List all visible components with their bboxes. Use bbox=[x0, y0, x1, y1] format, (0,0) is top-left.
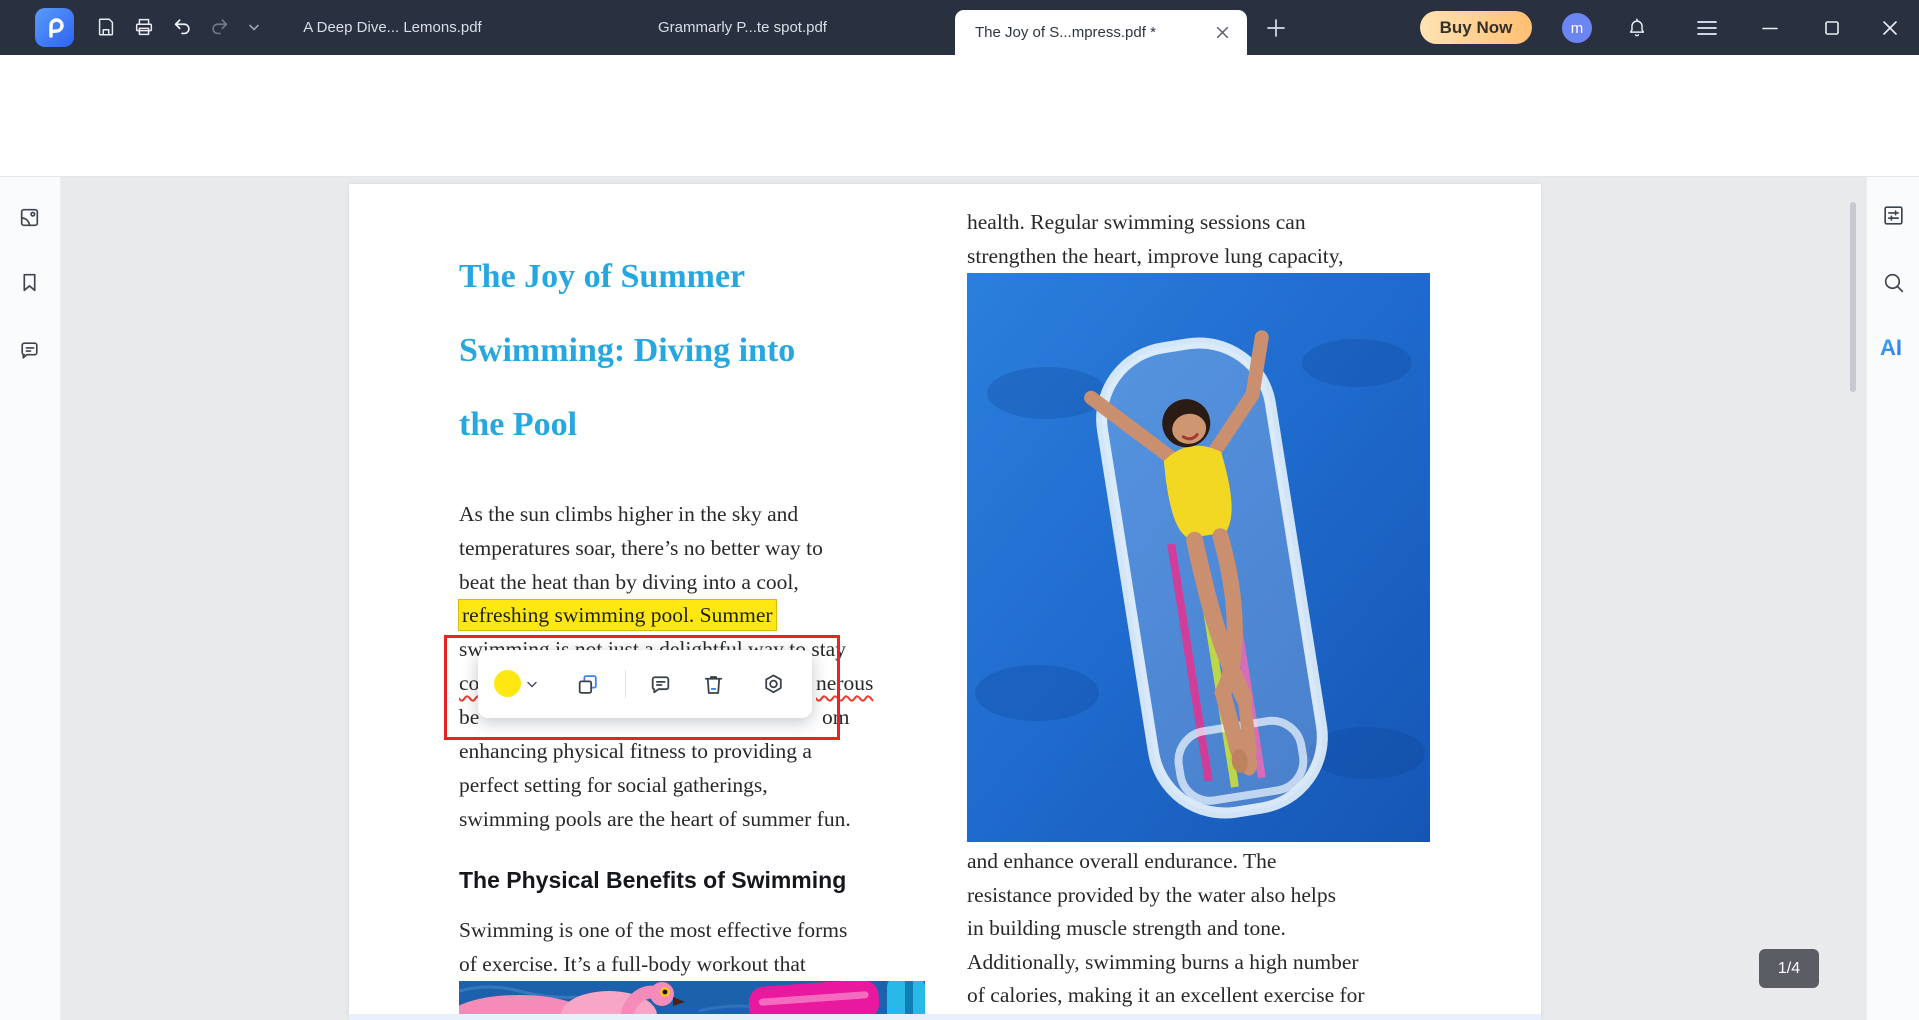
section-heading: The Physical Benefits of Swimming bbox=[459, 867, 846, 894]
new-tab-button[interactable] bbox=[1262, 14, 1290, 42]
app-logo-icon bbox=[35, 8, 74, 47]
annotation-popup bbox=[478, 650, 812, 718]
settings-nut-icon[interactable] bbox=[760, 671, 786, 697]
tab-close-icon[interactable] bbox=[1216, 26, 1229, 39]
article-title: The Joy of Summer Swimming: Diving into … bbox=[459, 240, 795, 462]
menubar: File 100% Home Comment Edit Convert Page… bbox=[0, 55, 1919, 110]
note-icon[interactable] bbox=[647, 671, 673, 697]
highlighted-text[interactable]: refreshing swimming pool. Summer bbox=[459, 600, 776, 630]
paragraph: enhancing physical fitness to providing … bbox=[459, 734, 851, 836]
app-menu-icon[interactable] bbox=[1693, 14, 1721, 42]
redo-icon[interactable] bbox=[206, 13, 234, 41]
pool-float-photo bbox=[967, 273, 1430, 842]
buy-now-button[interactable]: Buy Now bbox=[1420, 11, 1532, 44]
swatch-caret-icon[interactable] bbox=[527, 681, 537, 688]
page-bottom-strip bbox=[349, 1014, 1541, 1020]
print-icon[interactable] bbox=[130, 13, 158, 41]
bookmarks-icon[interactable] bbox=[16, 269, 42, 295]
ai-label: AI bbox=[1880, 335, 1902, 361]
vertical-scrollbar[interactable] bbox=[1850, 202, 1856, 392]
bell-icon[interactable] bbox=[1623, 14, 1651, 42]
minimize-button[interactable] bbox=[1756, 14, 1784, 42]
trash-icon[interactable] bbox=[700, 671, 726, 697]
titlebar: A Deep Dive... Lemons.pdf Grammarly P...… bbox=[0, 0, 1919, 55]
tab-label: Grammarly P...te spot.pdf bbox=[658, 19, 827, 36]
left-panel-rail bbox=[0, 177, 61, 1020]
pdfelement-window: A Deep Dive... Lemons.pdf Grammarly P...… bbox=[0, 0, 1919, 1020]
document-tab-active[interactable]: The Joy of S...mpress.pdf * bbox=[955, 10, 1247, 55]
undo-icon[interactable] bbox=[168, 13, 196, 41]
paragraph: As the sun climbs higher in the sky and … bbox=[459, 497, 823, 599]
pdf-page: The Joy of Summer Swimming: Diving into … bbox=[349, 184, 1541, 1020]
document-tab[interactable]: Grammarly P...te spot.pdf bbox=[645, 0, 840, 55]
right-panel-rail: AI bbox=[1866, 177, 1919, 1020]
save-icon[interactable] bbox=[92, 13, 120, 41]
document-tab[interactable]: A Deep Dive... Lemons.pdf bbox=[300, 0, 485, 55]
close-button[interactable] bbox=[1876, 14, 1904, 42]
document-viewport: The Joy of Summer Swimming: Diving into … bbox=[61, 177, 1866, 1020]
properties-icon[interactable] bbox=[1880, 202, 1906, 228]
divider bbox=[625, 670, 626, 698]
maximize-button[interactable] bbox=[1818, 14, 1846, 42]
duplicate-icon[interactable] bbox=[574, 671, 600, 697]
paragraph: health. Regular swimming sessions can st… bbox=[967, 205, 1344, 273]
avatar[interactable]: m bbox=[1562, 13, 1592, 43]
paragraph: and enhance overall endurance. The resis… bbox=[967, 845, 1365, 1013]
undo-history-caret[interactable] bbox=[240, 13, 268, 41]
tab-label: The Joy of S...mpress.pdf * bbox=[975, 24, 1156, 41]
workspace: The Joy of Summer Swimming: Diving into … bbox=[0, 177, 1919, 1020]
highlight-color-swatch[interactable] bbox=[494, 670, 521, 697]
ai-icon[interactable]: AI bbox=[1878, 335, 1904, 361]
search-icon[interactable] bbox=[1880, 269, 1906, 295]
comments-icon[interactable] bbox=[16, 337, 42, 363]
thumbnails-icon[interactable] bbox=[16, 204, 42, 230]
annotation-toolbar bbox=[0, 110, 1919, 177]
paragraph: Swimming is one of the most effective fo… bbox=[459, 913, 847, 981]
tab-label: A Deep Dive... Lemons.pdf bbox=[303, 19, 481, 36]
page-indicator: 1/4 bbox=[1759, 949, 1819, 988]
